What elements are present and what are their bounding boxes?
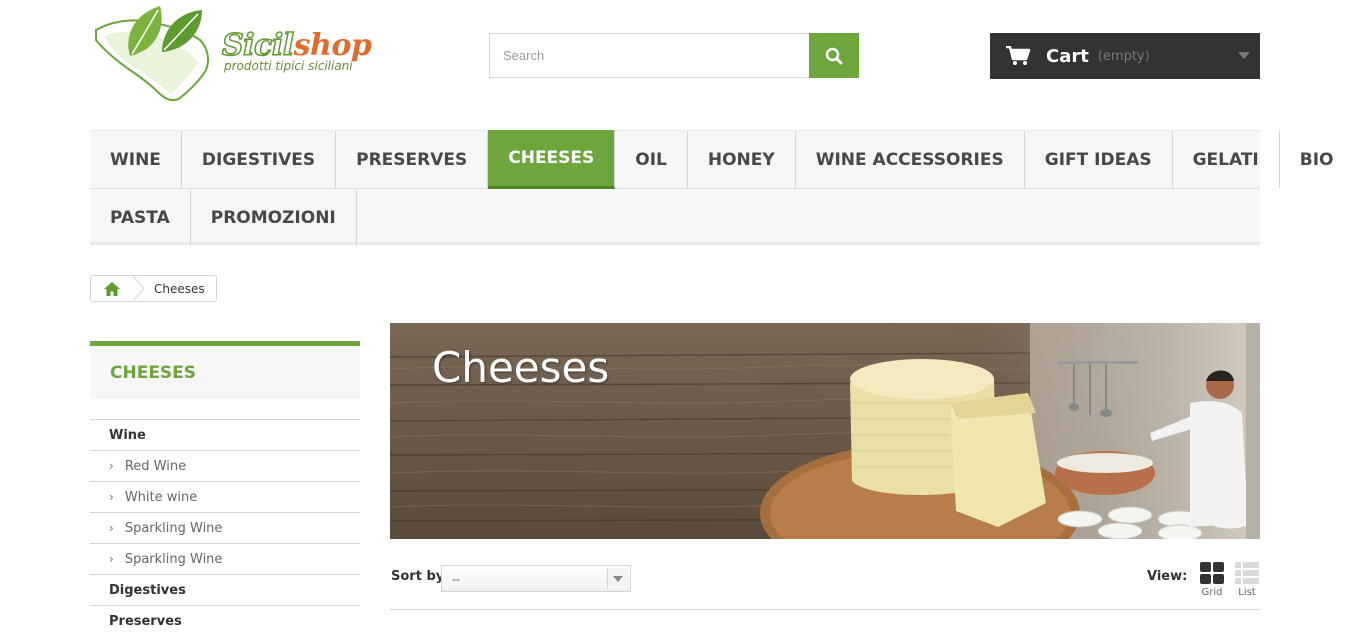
- page: Sicilshop prodotti tipici siciliani Cart…: [0, 0, 1349, 632]
- search-bar: [489, 33, 859, 78]
- menu-item-digestives[interactable]: DIGESTIVES: [182, 131, 337, 188]
- view-list-label: List: [1238, 587, 1256, 598]
- chevron-down-icon: [1238, 52, 1250, 59]
- logo-name-part2: shop: [293, 28, 372, 63]
- sidebar-category-list: Wine › Red Wine › White wine › Sparkling Wi…: [90, 419, 360, 632]
- menu-item-preserves[interactable]: PRESERVES: [336, 131, 489, 188]
- view-grid-label: Grid: [1201, 587, 1223, 598]
- breadcrumb: Cheeses: [90, 275, 217, 302]
- category-sidebar: CHEESES Wine › Red Wine › White wine › Spar…: [90, 341, 360, 632]
- banner-title: Cheeses: [432, 343, 610, 392]
- sidebar-item-red-wine[interactable]: › Red Wine: [90, 451, 360, 482]
- breadcrumb-home[interactable]: [91, 276, 133, 301]
- menu-row-1: WINE DIGESTIVES PRESERVES CHEESES OIL HO…: [90, 130, 1334, 189]
- sidebar-item-label: Wine: [109, 427, 146, 443]
- menu-item-honey[interactable]: HONEY: [688, 131, 796, 188]
- grid-view-icon: [1200, 562, 1224, 584]
- logo-name: Sicilshop: [221, 27, 372, 64]
- main-menu: WINE DIGESTIVES PRESERVES CHEESES OIL HO…: [90, 130, 1334, 246]
- logo-text: Sicilshop prodotti tipici siciliani: [221, 27, 372, 73]
- chevron-right-icon: ›: [109, 521, 114, 535]
- sort-select-value: --: [452, 571, 460, 586]
- menu-item-wine-accessories[interactable]: WINE ACCESSORIES: [796, 131, 1025, 188]
- chevron-right-icon: ›: [109, 552, 114, 566]
- search-button[interactable]: [809, 33, 859, 78]
- shopping-cart-icon: [1006, 46, 1030, 65]
- sidebar-item-preserves[interactable]: Preserves: [90, 606, 360, 632]
- logo-tagline: prodotti tipici siciliani: [224, 59, 353, 73]
- sidebar-item-label: Red Wine: [124, 458, 187, 474]
- menu-item-pasta[interactable]: PASTA: [90, 189, 191, 246]
- search-icon: [825, 47, 843, 64]
- sicily-leaf-logo-icon: [95, 6, 209, 102]
- chevron-right-icon: ›: [109, 459, 114, 473]
- menu-item-promozioni[interactable]: PROMOZIONI: [191, 189, 357, 246]
- sidebar-item-digestives[interactable]: Digestives: [90, 575, 360, 606]
- logo-name-part1: Sicil: [221, 27, 295, 64]
- menu-item-bio[interactable]: BIO: [1280, 131, 1349, 188]
- sidebar-item-label: Preserves: [109, 613, 182, 629]
- menu-item-gift-ideas[interactable]: GIFT IDEAS: [1025, 131, 1173, 188]
- home-icon: [104, 281, 120, 296]
- sidebar-item-label: Sparkling Wine: [124, 520, 223, 536]
- view-grid-button[interactable]: Grid: [1199, 562, 1225, 598]
- view-label: View:: [1147, 569, 1188, 584]
- breadcrumb-separator: [133, 276, 145, 301]
- sidebar-title: CHEESES: [90, 341, 360, 399]
- cart-status: (empty): [1097, 48, 1150, 64]
- sidebar-item-sparkling-wine-2[interactable]: › Sparkling Wine: [90, 544, 360, 575]
- product-sort-bar: Sort by -- View: Grid List: [390, 560, 1260, 610]
- cart-label: Cart: [1046, 45, 1089, 67]
- sidebar-item-label: Sparkling Wine: [124, 551, 223, 567]
- menu-item-gelati[interactable]: GELATI: [1173, 131, 1280, 188]
- menu-item-wine[interactable]: WINE: [90, 131, 182, 188]
- sidebar-item-label: Digestives: [109, 582, 186, 598]
- chevron-right-icon: ›: [109, 490, 114, 504]
- sidebar-item-white-wine[interactable]: › White wine: [90, 482, 360, 513]
- sidebar-item-wine[interactable]: Wine: [90, 420, 360, 451]
- breadcrumb-current: Cheeses: [154, 281, 205, 296]
- view-list-button[interactable]: List: [1234, 562, 1260, 598]
- sidebar-item-label: White wine: [124, 489, 198, 505]
- cart-button[interactable]: Cart (empty): [990, 33, 1260, 79]
- shop-logo[interactable]: Sicilshop prodotti tipici siciliani: [90, 0, 375, 105]
- sort-select[interactable]: --: [441, 565, 631, 592]
- chevron-down-icon: [607, 568, 628, 589]
- sort-label: Sort by: [391, 569, 445, 584]
- category-banner: Cheeses: [390, 323, 1260, 539]
- list-view-icon: [1235, 562, 1259, 584]
- menu-item-cheeses[interactable]: CHEESES: [488, 130, 616, 189]
- menu-row-2: PASTA PROMOZIONI: [90, 188, 1260, 246]
- search-input[interactable]: [489, 33, 809, 78]
- sidebar-item-sparkling-wine[interactable]: › Sparkling Wine: [90, 513, 360, 544]
- menu-item-oil[interactable]: OIL: [615, 131, 688, 188]
